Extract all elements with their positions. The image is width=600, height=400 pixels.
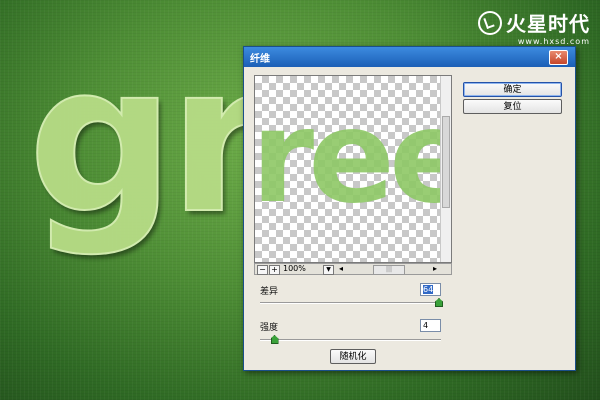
zoom-level: 100% xyxy=(283,264,306,273)
brand-url: www.hxsd.com xyxy=(517,37,590,46)
preview-text: ree xyxy=(254,83,452,232)
strength-slider-track[interactable] xyxy=(260,339,441,341)
variance-input[interactable]: 64 xyxy=(420,283,441,296)
variance-slider-thumb[interactable] xyxy=(435,298,443,307)
strength-label: 强度 xyxy=(260,323,279,333)
scroll-right-icon[interactable]: ▸ xyxy=(433,264,437,274)
randomize-button[interactable]: 随机化 xyxy=(330,349,376,364)
strength-input[interactable]: 4 xyxy=(420,319,441,332)
close-button[interactable]: × xyxy=(549,50,568,65)
zoom-dropdown-icon[interactable]: ▼ xyxy=(323,265,334,275)
dialog-titlebar[interactable]: 纤维 × xyxy=(244,47,575,67)
preview-vertical-scrollbar[interactable] xyxy=(440,76,451,262)
brand-label: 火星时代 xyxy=(506,12,590,36)
brand-name: 火星时代 xyxy=(478,8,590,37)
watermark-logo: 火星时代 www.hxsd.com xyxy=(478,8,590,46)
zoom-in-button[interactable]: + xyxy=(269,265,280,275)
filter-preview[interactable]: ree xyxy=(254,75,452,263)
fibers-dialog: 纤维 × ree − + 100% ▼ ◂ ||| ▸ 确定 复位 差异 64 … xyxy=(243,46,576,371)
preview-zoom-bar: − + 100% ▼ ◂ ||| ▸ xyxy=(254,263,452,275)
scroll-left-icon[interactable]: ◂ xyxy=(339,264,343,274)
variance-value: 64 xyxy=(423,285,434,294)
dialog-title: 纤维 xyxy=(250,54,270,65)
horizontal-scroll-thumb[interactable]: ||| xyxy=(373,265,405,275)
strength-slider-thumb[interactable] xyxy=(270,335,279,344)
ok-button[interactable]: 确定 xyxy=(463,82,562,97)
variance-slider-track[interactable] xyxy=(260,302,441,304)
zoom-out-button[interactable]: − xyxy=(257,265,268,275)
vertical-scroll-thumb[interactable] xyxy=(442,116,450,208)
logo-icon xyxy=(478,10,502,35)
variance-label: 差异 xyxy=(260,287,279,297)
reset-button[interactable]: 复位 xyxy=(463,99,562,114)
